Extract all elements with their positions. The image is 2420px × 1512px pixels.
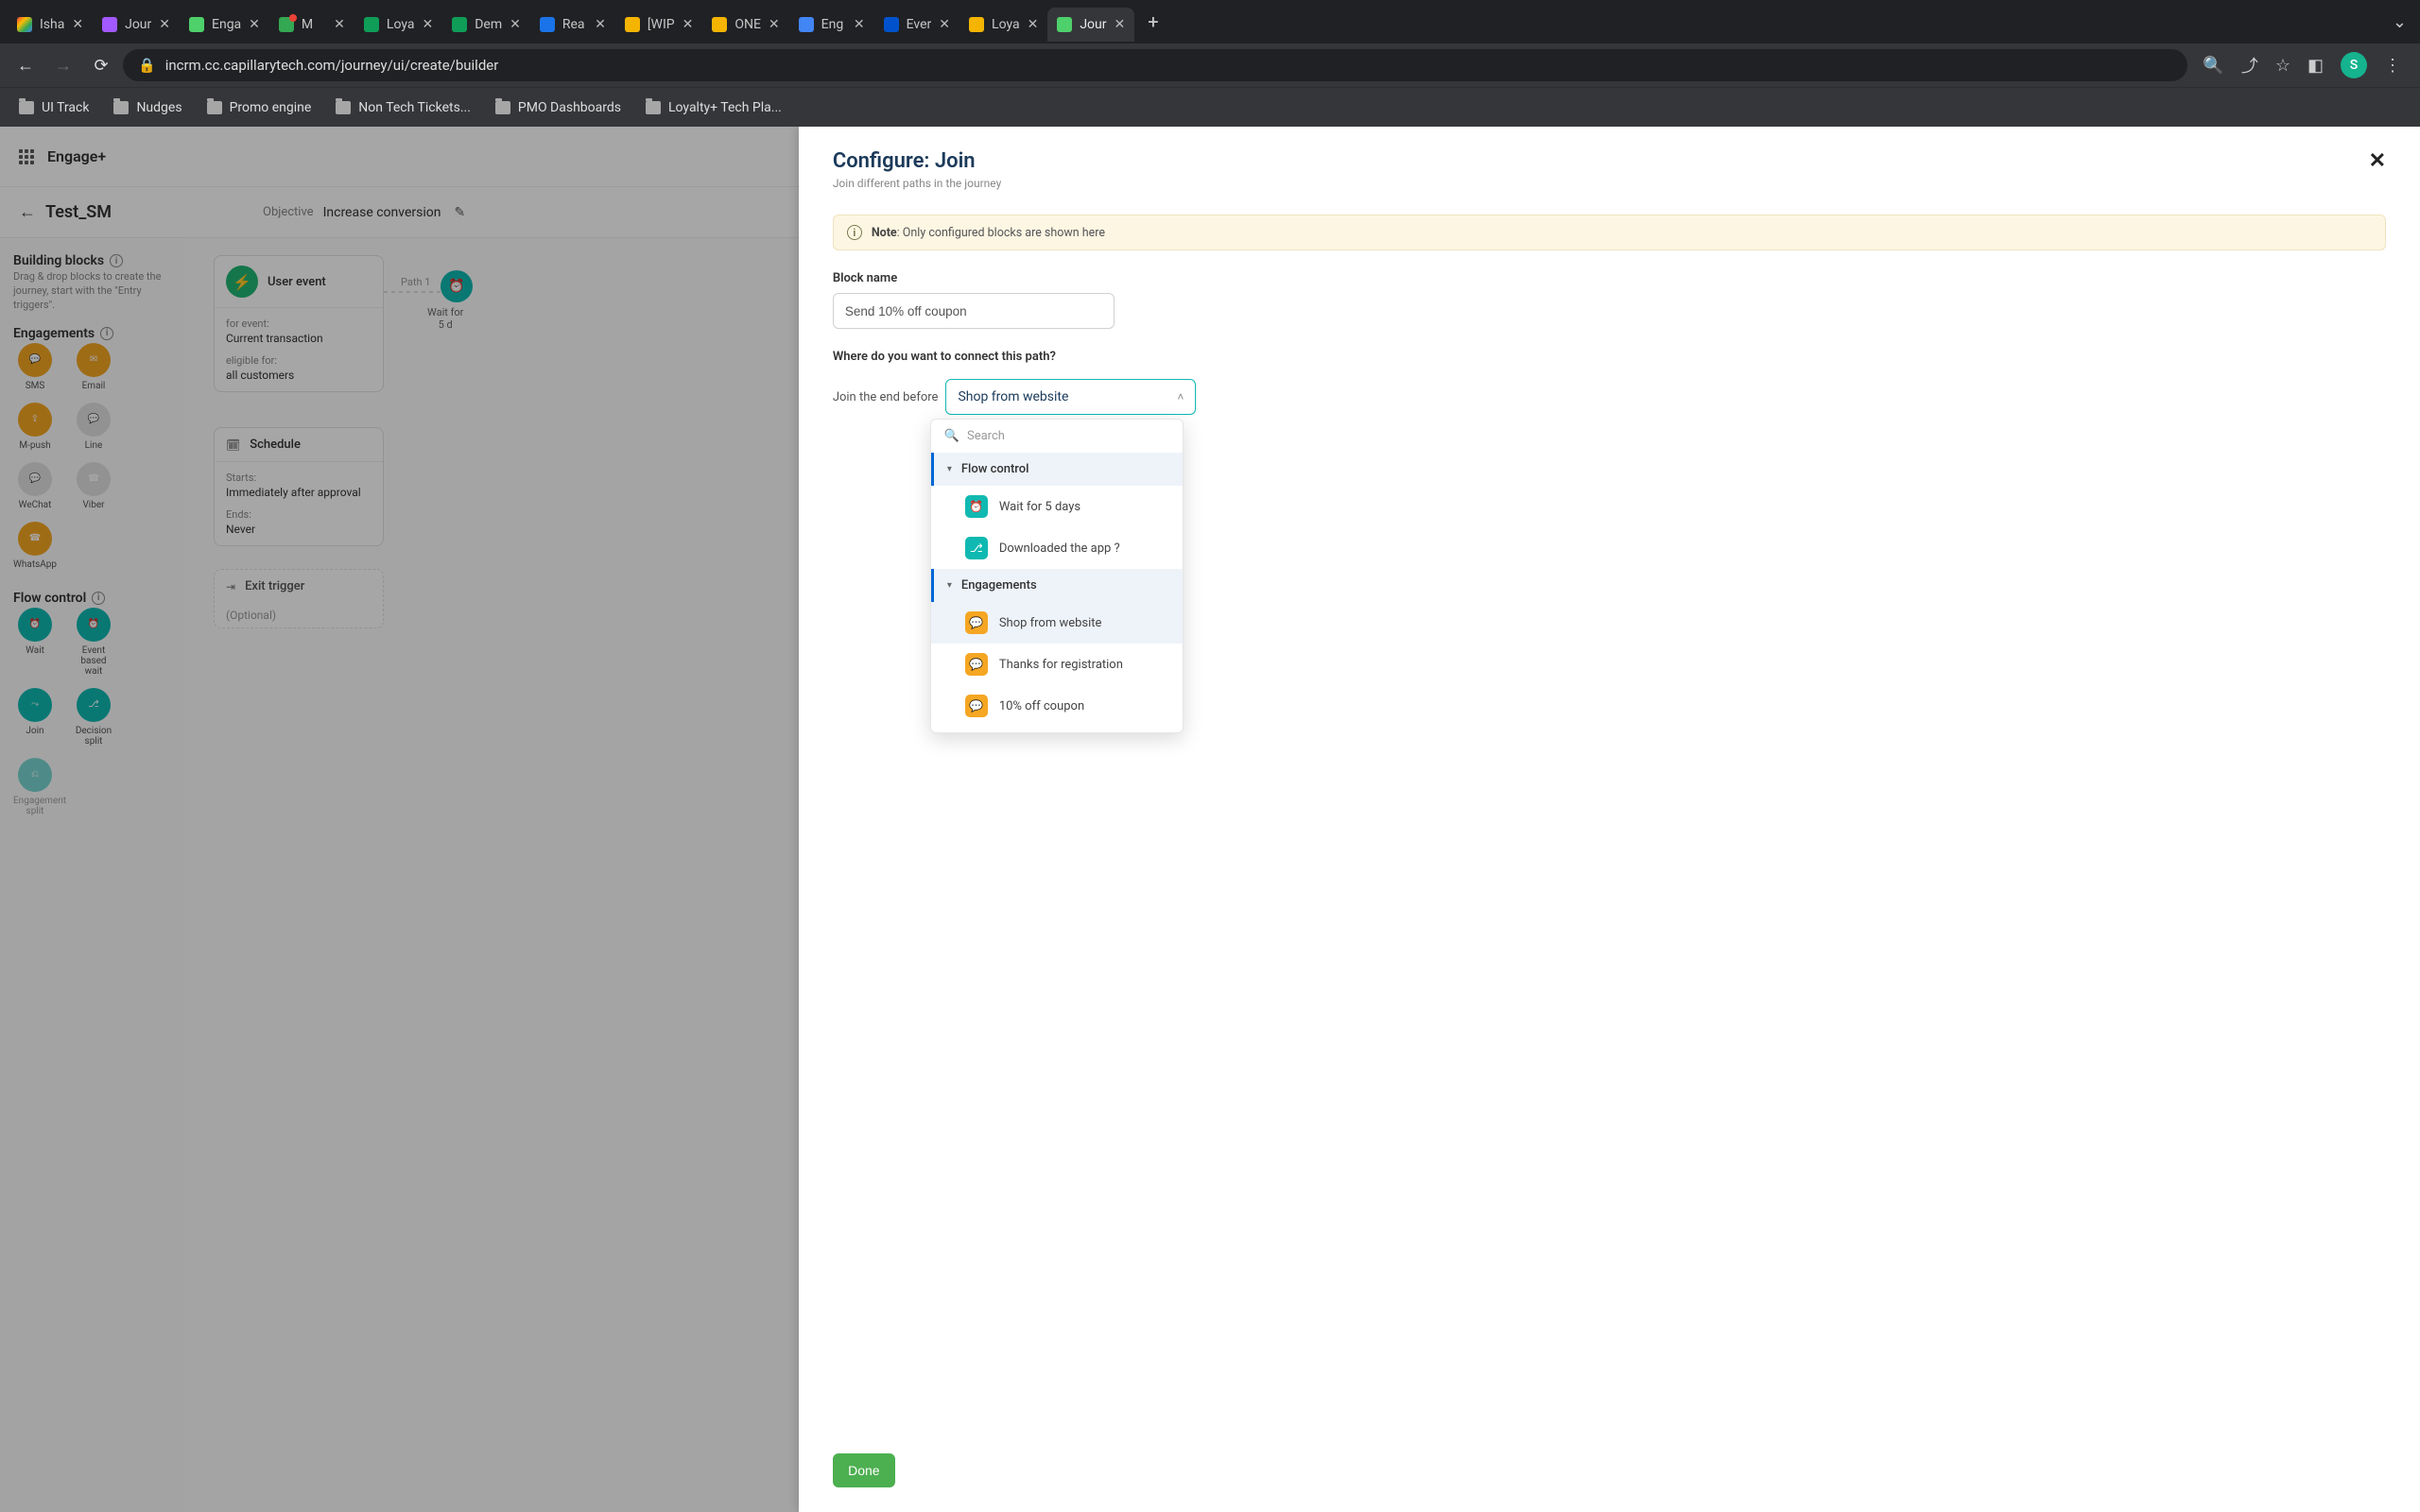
- message-icon: 💬: [965, 695, 988, 717]
- lock-icon: 🔒: [138, 57, 156, 74]
- chevron-up-icon: ˄: [1177, 390, 1184, 404]
- folder-icon: [336, 101, 351, 114]
- browser-tab[interactable]: Rea✕: [530, 8, 615, 42]
- browser-tab[interactable]: M✕: [269, 8, 354, 42]
- info-icon: i: [847, 225, 862, 240]
- bookmark-item[interactable]: Non Tech Tickets...: [326, 94, 480, 121]
- dropdown-option-selected[interactable]: 💬Shop from website: [931, 602, 1183, 644]
- search-icon: 🔍: [944, 429, 959, 443]
- browser-tab[interactable]: Jour✕: [93, 8, 180, 42]
- tab-overflow-button[interactable]: ⌄: [2379, 7, 2420, 38]
- bookmark-item[interactable]: Promo engine: [198, 94, 321, 121]
- block-name-label: Block name: [833, 271, 2386, 285]
- folder-icon: [207, 101, 222, 114]
- browser-tab[interactable]: Ever✕: [874, 8, 959, 42]
- message-icon: 💬: [965, 653, 988, 676]
- browser-tab-strip: Isha✕ Jour✕ Enga✕ M✕ Loya✕ Dem✕ Rea✕ [WI…: [0, 0, 2420, 43]
- back-button[interactable]: ←: [9, 49, 42, 81]
- browser-menu-icon[interactable]: ⋮: [2384, 56, 2401, 76]
- search-icon[interactable]: 🔍: [2203, 56, 2223, 76]
- caret-down-icon: ▾: [947, 464, 952, 474]
- browser-tab[interactable]: ONE✕: [702, 8, 788, 42]
- select-value: Shop from website: [958, 389, 1068, 404]
- dropdown-option[interactable]: ⎇Downloaded the app ?: [931, 527, 1183, 569]
- folder-icon: [646, 101, 661, 114]
- browser-tab[interactable]: Dem✕: [442, 8, 530, 42]
- bookmark-item[interactable]: UI Track: [9, 94, 98, 121]
- dropdown-group-head[interactable]: ▾Engagements: [931, 569, 1183, 602]
- bookmark-bar: UI Track Nudges Promo engine Non Tech Ti…: [0, 87, 2420, 127]
- bookmark-item[interactable]: Nudges: [104, 94, 191, 121]
- url-text: incrm.cc.capillarytech.com/journey/ui/cr…: [165, 57, 499, 74]
- panel-title: Configure: Join: [833, 149, 1001, 173]
- dropdown-option[interactable]: ⏰Wait for 5 days: [931, 486, 1183, 527]
- close-icon[interactable]: ✕: [769, 17, 780, 32]
- browser-tab[interactable]: Eng✕: [789, 8, 874, 42]
- close-icon[interactable]: ✕: [1115, 17, 1126, 32]
- address-bar[interactable]: 🔒 incrm.cc.capillarytech.com/journey/ui/…: [123, 49, 2187, 81]
- profile-avatar[interactable]: S: [2341, 52, 2367, 78]
- browser-tab-active[interactable]: Jour✕: [1047, 8, 1134, 42]
- dropdown-option[interactable]: 💬10% off coupon: [931, 685, 1183, 727]
- close-icon[interactable]: ✕: [334, 17, 345, 32]
- close-icon[interactable]: ✕: [854, 17, 865, 32]
- panel-subtitle: Join different paths in the journey: [833, 177, 1001, 190]
- close-icon[interactable]: ✕: [422, 17, 433, 32]
- close-panel-button[interactable]: ✕: [2369, 149, 2386, 173]
- close-icon[interactable]: ✕: [683, 17, 694, 32]
- folder-icon: [19, 101, 34, 114]
- browser-tab[interactable]: Loya✕: [354, 8, 442, 42]
- reload-button[interactable]: ⟳: [85, 49, 117, 81]
- configure-join-panel: Configure: Join Join different paths in …: [799, 127, 2420, 1512]
- browser-tab[interactable]: [WIP✕: [615, 8, 703, 42]
- dropdown-option[interactable]: 💬Thanks for registration: [931, 644, 1183, 685]
- bookmark-item[interactable]: Loyalty+ Tech Pla...: [636, 94, 791, 121]
- close-icon[interactable]: ✕: [510, 17, 521, 32]
- target-select[interactable]: Shop from website ˄: [945, 379, 1196, 415]
- browser-tab[interactable]: Isha✕: [8, 8, 93, 42]
- share-icon[interactable]: ⤴: [2241, 53, 2258, 77]
- note-banner: i Note: Only configured blocks are shown…: [833, 215, 2386, 250]
- forward-button[interactable]: →: [47, 49, 79, 81]
- browser-tab[interactable]: Enga✕: [180, 8, 269, 42]
- block-name-input[interactable]: [833, 293, 1115, 329]
- bookmark-item[interactable]: PMO Dashboards: [486, 94, 631, 121]
- clock-icon: ⏰: [965, 495, 988, 518]
- dropdown-search[interactable]: 🔍 Search: [931, 420, 1183, 453]
- close-icon[interactable]: ✕: [1028, 17, 1039, 32]
- done-button[interactable]: Done: [833, 1453, 895, 1487]
- side-panel-icon[interactable]: ◧: [2308, 56, 2324, 76]
- join-prefix: Join the end before: [833, 390, 939, 404]
- close-icon[interactable]: ✕: [159, 17, 170, 32]
- connect-label: Where do you want to connect this path?: [833, 350, 2386, 364]
- message-icon: 💬: [965, 611, 988, 634]
- folder-icon: [495, 101, 510, 114]
- dropdown-group-head[interactable]: ▾Flow control: [931, 453, 1183, 486]
- search-placeholder: Search: [967, 429, 1005, 443]
- split-icon: ⎇: [965, 537, 988, 559]
- caret-down-icon: ▾: [947, 580, 952, 591]
- folder-icon: [113, 101, 129, 114]
- close-icon[interactable]: ✕: [249, 17, 260, 32]
- close-icon[interactable]: ✕: [595, 17, 606, 32]
- close-icon[interactable]: ✕: [72, 17, 83, 32]
- target-dropdown: 🔍 Search ▾Flow control ⏰Wait for 5 days …: [930, 419, 1184, 733]
- browser-tab[interactable]: Loya✕: [959, 8, 1047, 42]
- bookmark-star-icon[interactable]: ☆: [2275, 56, 2290, 76]
- close-icon[interactable]: ✕: [939, 17, 950, 32]
- new-tab-button[interactable]: +: [1134, 5, 1171, 39]
